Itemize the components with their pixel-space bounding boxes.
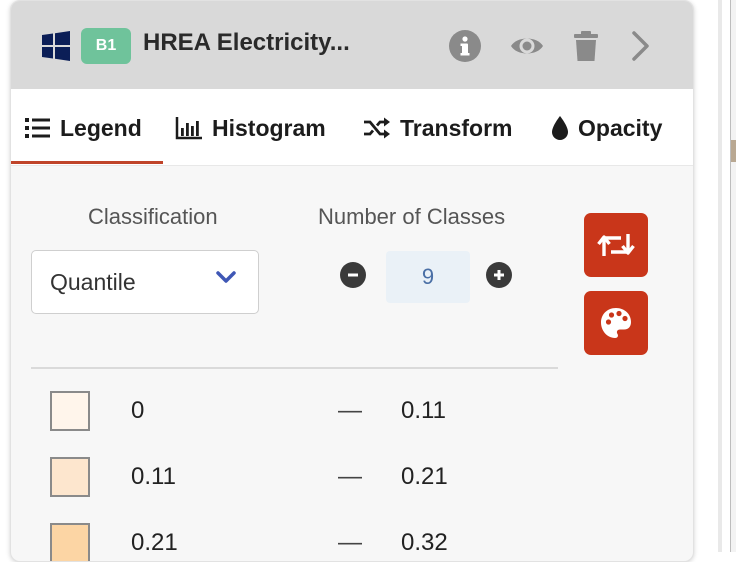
panel-tabs: Legend Histogram Transform Opacity [11, 89, 693, 166]
palette-icon [601, 308, 631, 338]
color-swatch[interactable] [50, 523, 90, 561]
reverse-colors-button[interactable] [584, 213, 648, 277]
layer-panel: B1 HREA Electricity... Legend Histogram … [10, 0, 694, 562]
minus-icon [348, 273, 358, 277]
range-min: 0 [131, 397, 145, 424]
tab-transform[interactable]: Transform [363, 113, 512, 143]
map-preview-fragment [731, 140, 736, 162]
layer-header: B1 HREA Electricity... [11, 1, 693, 89]
legend-row: 0 — 0.11 [11, 391, 693, 457]
range-max: 0.32 [401, 529, 448, 556]
classification-label: Classification [88, 204, 218, 229]
tab-legend[interactable]: Legend [25, 113, 142, 143]
tab-histogram[interactable]: Histogram [175, 113, 326, 143]
droplet-icon [552, 116, 568, 140]
trash-icon [574, 31, 598, 61]
legend-row: 0.11 — 0.21 [11, 457, 693, 523]
retweet-icon [597, 234, 635, 256]
color-swatch[interactable] [50, 391, 90, 431]
chevron-down-icon [216, 271, 236, 290]
increment-button[interactable] [486, 262, 512, 288]
shuffle-icon [364, 117, 390, 139]
visibility-button[interactable] [508, 27, 546, 65]
range-max: 0.11 [401, 397, 446, 424]
tab-transform-label: Transform [400, 114, 513, 141]
range-dash: — [338, 463, 362, 490]
number-of-classes-label: Number of Classes [318, 204, 506, 229]
list-icon [25, 118, 50, 138]
active-tab-indicator [11, 161, 163, 164]
color-swatch[interactable] [50, 457, 90, 497]
range-dash: — [338, 529, 362, 556]
map-preview-edge [730, 0, 736, 552]
class-count-input[interactable] [386, 251, 470, 303]
classification-select[interactable]: Quantile [31, 250, 259, 314]
tab-histogram-label: Histogram [212, 114, 326, 141]
section-divider [31, 367, 558, 369]
range-max: 0.21 [401, 463, 448, 490]
scrollbar-track [718, 0, 722, 552]
classification-value: Quantile [50, 269, 136, 295]
histogram-icon [175, 117, 202, 140]
range-min: 0.11 [131, 463, 176, 490]
chevron-right-icon [632, 31, 649, 61]
layer-badge: B1 [81, 28, 131, 64]
legend-row: 0.21 — 0.32 [11, 523, 693, 561]
decrement-button[interactable] [340, 262, 366, 288]
tab-opacity-label: Opacity [578, 114, 663, 141]
color-palette-button[interactable] [584, 291, 648, 355]
plus-icon [494, 270, 504, 280]
adjacent-map-edge [712, 0, 736, 552]
range-dash: — [338, 397, 362, 424]
layer-title[interactable]: HREA Electricity... [143, 29, 443, 57]
range-min: 0.21 [131, 529, 178, 556]
windows-icon [41, 31, 71, 66]
info-button[interactable] [446, 27, 484, 65]
expand-button[interactable] [621, 27, 659, 65]
tab-legend-label: Legend [60, 114, 142, 141]
eye-icon [511, 38, 543, 54]
delete-button[interactable] [567, 27, 605, 65]
info-icon [449, 30, 481, 62]
tab-opacity[interactable]: Opacity [551, 113, 662, 143]
